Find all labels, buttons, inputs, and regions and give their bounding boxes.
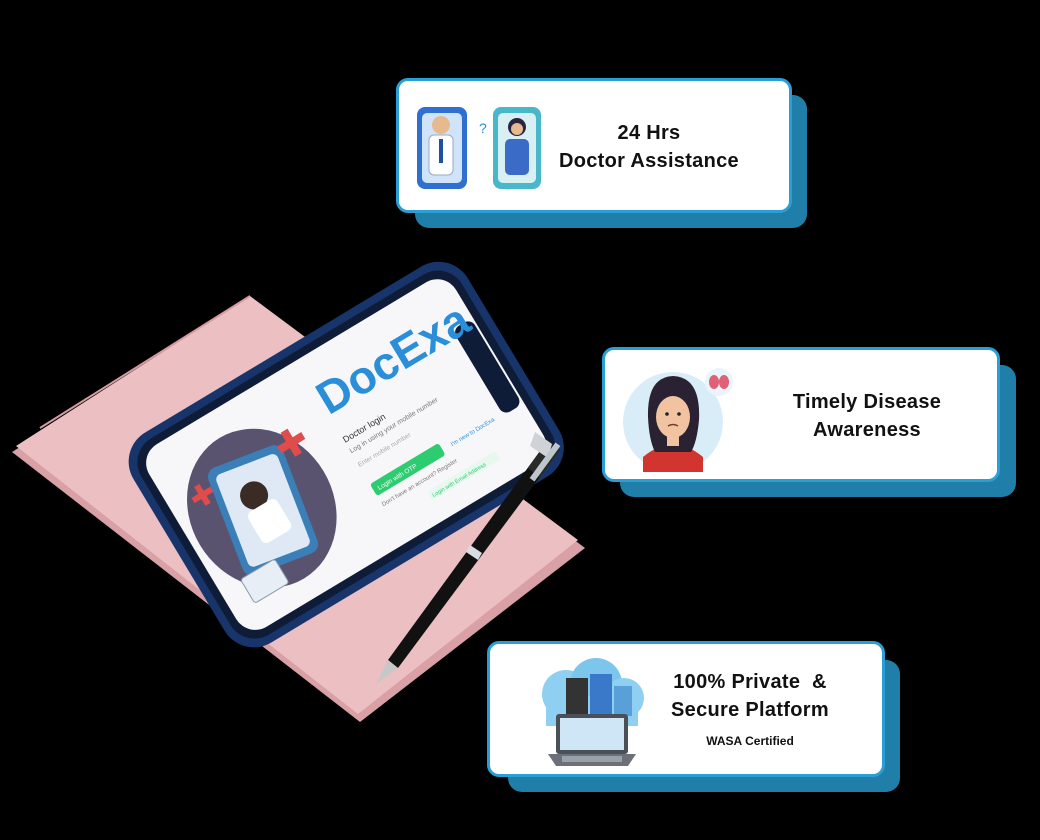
svg-text:?: ?	[479, 120, 487, 136]
card-secure-platform-subtitle: WASA Certified	[706, 734, 794, 748]
card-3-line-2: Secure Platform	[671, 699, 829, 721]
card-1-line-2: Doctor Assistance	[559, 150, 739, 172]
card-doctor-assistance: ? 24 Hrs Doctor Assistance	[396, 78, 792, 213]
woman-thyroid-icon	[623, 368, 733, 472]
card-2-line-2: Awareness	[813, 419, 921, 441]
card-secure-platform: 100% Private & Secure Platform WASA Cert…	[487, 641, 885, 777]
card-1-line-1: 24 Hrs	[617, 122, 681, 144]
card-disease-awareness-title: Timely Disease Awareness	[767, 388, 967, 444]
card-disease-awareness: Timely Disease Awareness	[602, 347, 1000, 482]
cloud-laptop-security-icon	[542, 658, 644, 766]
scene: DocExa Doctor login Log in using your mo…	[0, 0, 1040, 840]
card-2-line-1: Timely Disease	[792, 391, 942, 413]
card-secure-platform-title: 100% Private & Secure Platform	[650, 668, 850, 724]
card-3-line-1: 100% Private &	[673, 671, 827, 693]
doctor-patient-phones-icon: ?	[417, 107, 541, 189]
card-doctor-assistance-title: 24 Hrs Doctor Assistance	[549, 119, 749, 175]
